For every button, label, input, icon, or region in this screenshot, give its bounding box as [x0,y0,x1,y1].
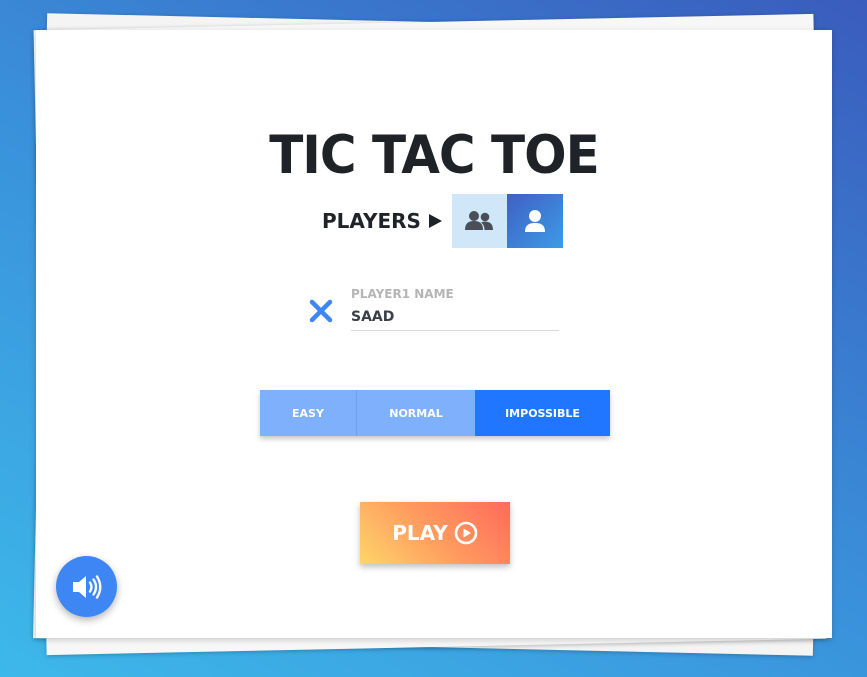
sound-toggle-button[interactable] [56,556,117,617]
users-icon [465,211,494,230]
player1-name-input[interactable] [351,304,559,331]
game-card: TIC TAC TOE PLAYERS PLAYER1 NAME E [36,30,832,638]
difficulty-selector: EASY NORMAL IMPOSSIBLE [260,390,610,436]
player1-name-label: PLAYER1 NAME [351,287,454,301]
player1-name-field: PLAYER1 NAME [308,284,568,334]
players-label: PLAYERS [322,209,421,233]
difficulty-easy-button[interactable]: EASY [260,390,357,436]
x-icon [309,299,333,323]
triangle-right-icon [428,214,442,228]
play-button-label: PLAY [392,521,448,545]
difficulty-impossible-button[interactable]: IMPOSSIBLE [475,390,610,436]
players-selector: PLAYERS [322,194,563,248]
difficulty-normal-button[interactable]: NORMAL [357,390,475,436]
one-player-button[interactable] [506,194,563,248]
play-circle-icon [454,521,478,545]
user-icon [524,210,545,232]
volume-icon [72,574,101,599]
two-players-button[interactable] [451,194,507,248]
play-button[interactable]: PLAY [360,502,510,564]
page-title: TIC TAC TOE [269,124,600,186]
